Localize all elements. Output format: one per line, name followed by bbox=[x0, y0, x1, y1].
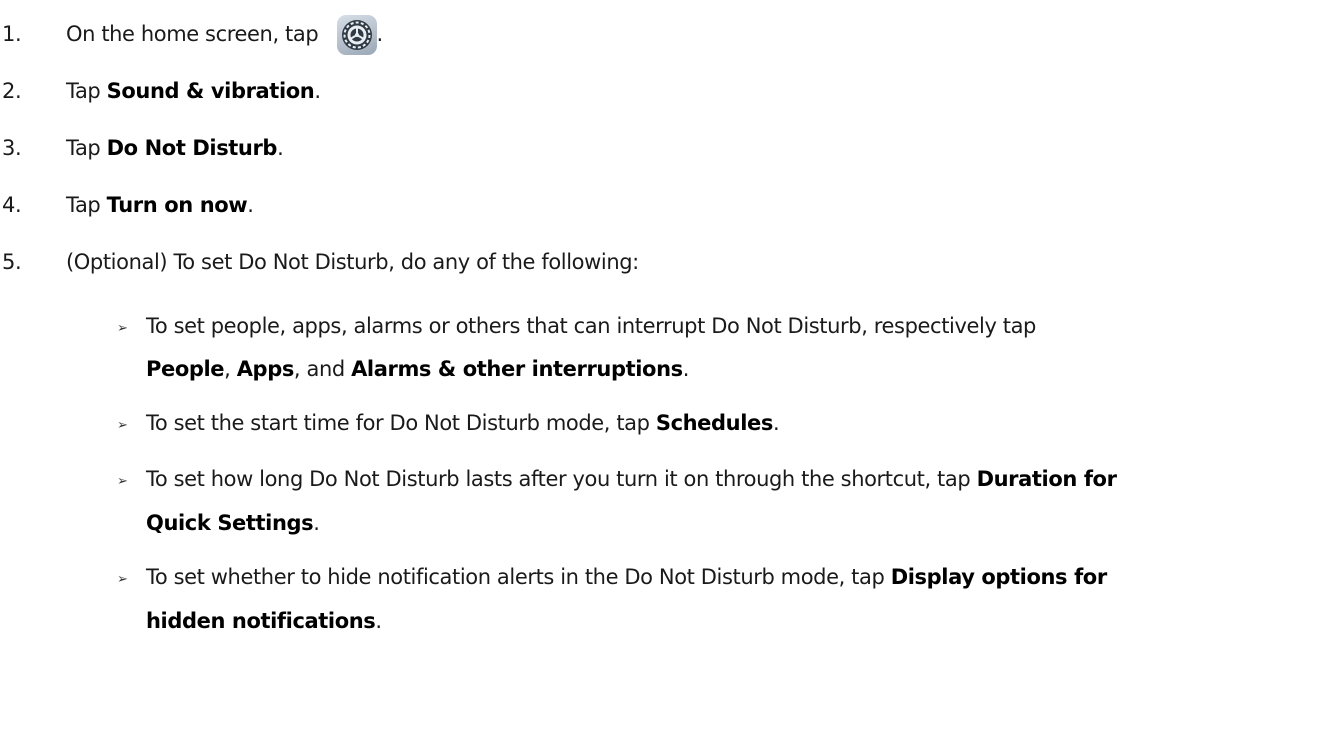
step-text-end: . bbox=[247, 193, 254, 217]
bullet-text-end: . bbox=[772, 411, 780, 435]
menu-name: Turn on now bbox=[106, 193, 248, 217]
bullet-text: To set how long Do Not Disturb lasts aft… bbox=[146, 467, 977, 491]
bullet-arrow-icon: ➢ bbox=[117, 418, 128, 433]
menu-name: Do Not Disturb bbox=[106, 136, 278, 160]
bullet-text-end: . bbox=[375, 609, 382, 633]
bullet-item-1-continued: People, Apps, and Alarms & other interru… bbox=[146, 357, 689, 381]
bullet-text-end: . bbox=[682, 357, 690, 381]
bullet-arrow-icon: ➢ bbox=[117, 474, 128, 489]
menu-name: hidden notifications bbox=[146, 609, 376, 633]
menu-name: Apps bbox=[236, 357, 295, 381]
menu-name: Sound & vibration bbox=[106, 79, 315, 103]
step-number: 5. bbox=[2, 250, 22, 274]
menu-name: Duration for bbox=[976, 467, 1117, 491]
bullet-item-4-continued: hidden notifications. bbox=[146, 609, 382, 633]
step-text: On the home screen, tap bbox=[66, 22, 319, 46]
step-text: Tap bbox=[66, 193, 107, 217]
step-text: (Optional) To set Do Not Disturb, do any… bbox=[66, 250, 639, 274]
bullet-text: To set people, apps, alarms or others th… bbox=[146, 314, 1036, 338]
step-number: 3. bbox=[2, 136, 22, 160]
menu-name: People bbox=[146, 357, 225, 381]
menu-name: Schedules bbox=[655, 411, 773, 435]
step-number: 1. bbox=[2, 22, 22, 46]
bullet-text-end: . bbox=[313, 511, 320, 535]
menu-name: Display options for bbox=[890, 565, 1107, 589]
step-number: 4. bbox=[2, 193, 22, 217]
menu-name: Quick Settings bbox=[146, 511, 314, 535]
bullet-item-3-continued: Quick Settings. bbox=[146, 511, 320, 535]
menu-name: Alarms & other interruptions bbox=[351, 357, 683, 381]
separator: , bbox=[224, 357, 237, 381]
step-number: 2. bbox=[2, 79, 22, 103]
step-text-end: . bbox=[277, 136, 284, 160]
step-text-end: . bbox=[314, 79, 321, 103]
step-text: Tap bbox=[66, 79, 107, 103]
step-text-end: . bbox=[376, 22, 384, 46]
separator: , and bbox=[293, 357, 352, 381]
settings-gear-icon bbox=[336, 15, 377, 55]
bullet-arrow-icon: ➢ bbox=[117, 572, 128, 587]
bullet-arrow-icon: ➢ bbox=[117, 321, 128, 336]
bullet-text: To set whether to hide notification aler… bbox=[146, 565, 891, 589]
bullet-text: To set the start time for Do Not Disturb… bbox=[146, 411, 656, 435]
step-text: Tap bbox=[66, 136, 107, 160]
